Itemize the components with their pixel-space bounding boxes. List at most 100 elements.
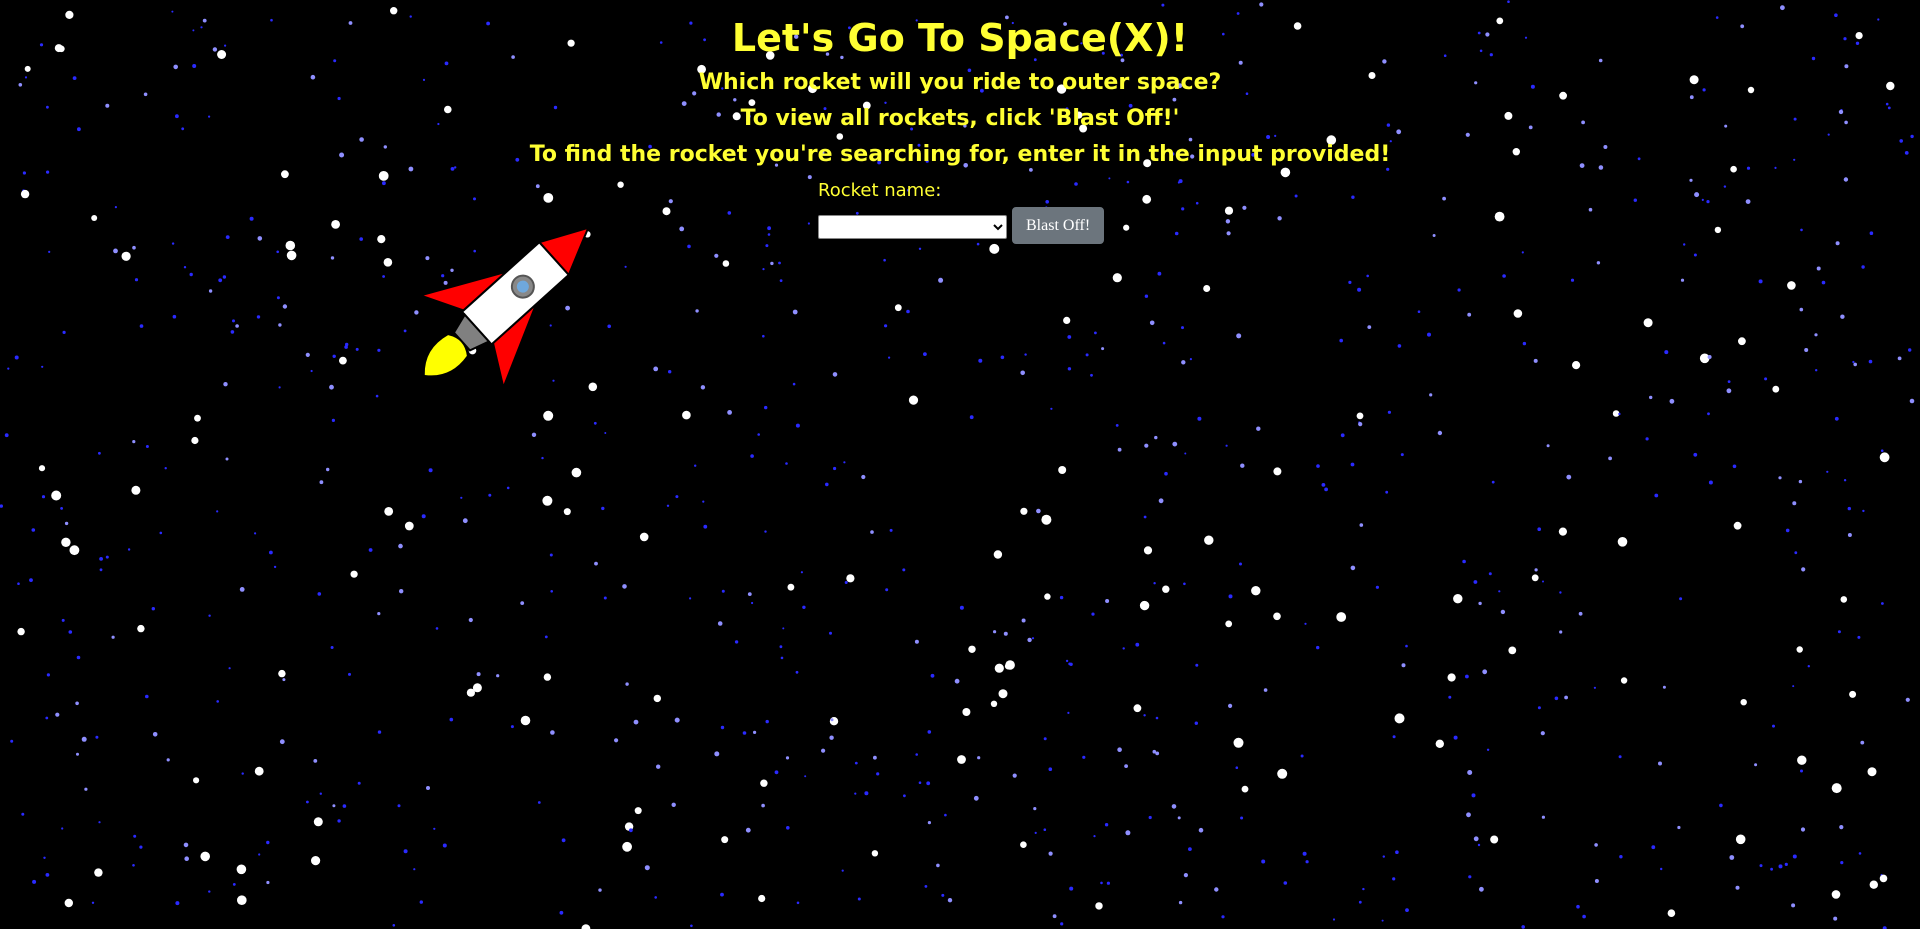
star — [1847, 506, 1852, 511]
rocket-name-label: Rocket name: — [818, 180, 942, 201]
star — [235, 324, 239, 328]
star — [1135, 642, 1140, 647]
star — [1351, 195, 1355, 199]
star — [1401, 663, 1406, 668]
star — [330, 256, 335, 260]
star — [99, 557, 103, 561]
star — [399, 589, 404, 594]
star — [1858, 852, 1862, 855]
star — [885, 588, 889, 592]
star — [350, 570, 358, 578]
star — [786, 826, 790, 830]
star — [476, 672, 481, 677]
star — [1559, 591, 1562, 594]
star — [1488, 572, 1492, 576]
star — [337, 819, 341, 823]
star — [1172, 97, 1177, 102]
star — [1050, 407, 1053, 410]
star — [189, 272, 193, 277]
star — [1797, 755, 1807, 765]
star — [382, 275, 385, 278]
star — [1143, 546, 1153, 555]
star — [598, 888, 602, 892]
star — [4, 433, 9, 438]
star — [1862, 509, 1865, 513]
star — [460, 496, 463, 499]
star — [1618, 755, 1622, 759]
intro-view-all: To view all rockets, click 'Blast Off!' — [740, 106, 1180, 131]
star — [1020, 370, 1025, 376]
star — [1798, 479, 1803, 484]
star — [38, 465, 46, 472]
star — [1153, 582, 1156, 585]
star — [1723, 185, 1727, 188]
star — [7, 367, 10, 370]
star — [1100, 881, 1103, 885]
star — [266, 840, 270, 845]
star — [1067, 335, 1072, 339]
star — [804, 775, 807, 778]
star — [1221, 915, 1225, 919]
star — [542, 495, 553, 506]
star — [368, 548, 373, 552]
star — [1794, 551, 1798, 555]
star — [32, 879, 37, 884]
star — [1869, 231, 1874, 235]
star — [668, 370, 672, 374]
star — [520, 601, 525, 605]
rocket-icon — [417, 226, 590, 391]
rocket-name-select[interactable] — [818, 214, 1007, 239]
star — [1821, 280, 1826, 285]
star — [780, 656, 784, 660]
star — [184, 856, 189, 861]
star — [51, 490, 62, 501]
star — [633, 719, 639, 725]
star — [1197, 416, 1202, 421]
star — [531, 432, 537, 437]
star — [285, 240, 296, 251]
star — [993, 630, 997, 634]
star — [462, 518, 468, 524]
star — [1799, 307, 1804, 312]
star — [1833, 916, 1838, 921]
star — [91, 215, 98, 221]
star — [1126, 180, 1130, 184]
star — [1214, 887, 1219, 892]
star — [624, 265, 627, 268]
star — [276, 296, 280, 300]
star — [466, 688, 475, 697]
star — [1847, 533, 1852, 537]
star — [1853, 362, 1857, 367]
star — [258, 853, 261, 856]
star — [1840, 861, 1844, 865]
star — [1149, 320, 1155, 326]
star — [832, 372, 838, 377]
star — [1608, 456, 1612, 461]
star — [1177, 816, 1181, 820]
star — [1860, 740, 1865, 745]
star — [1791, 903, 1796, 908]
star — [1058, 466, 1067, 474]
star — [993, 550, 1003, 559]
star — [1181, 207, 1185, 211]
star — [1400, 453, 1404, 457]
star — [1225, 219, 1231, 224]
star — [936, 863, 940, 868]
star — [758, 894, 766, 903]
star — [1596, 261, 1601, 265]
star — [1758, 279, 1763, 284]
star — [164, 467, 167, 470]
star — [1732, 464, 1737, 469]
star — [1772, 385, 1780, 393]
star — [800, 571, 804, 574]
star — [1385, 490, 1389, 494]
star — [1178, 900, 1183, 905]
star — [876, 772, 880, 776]
blast-off-button[interactable]: Blast Off! — [1012, 207, 1105, 244]
star — [1546, 444, 1550, 448]
star — [310, 369, 313, 373]
star — [765, 244, 769, 248]
star — [1142, 194, 1152, 204]
star — [68, 630, 73, 634]
star — [1804, 348, 1809, 352]
